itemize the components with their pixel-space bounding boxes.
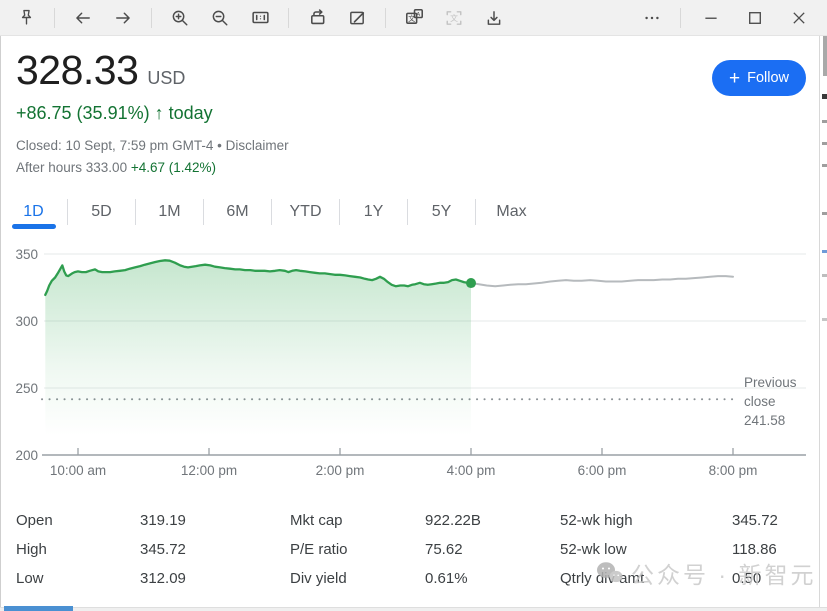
- stat-pe-ratio: P/E ratio75.62: [290, 535, 540, 564]
- minimize-icon[interactable]: [689, 0, 733, 36]
- tab-max[interactable]: Max: [476, 194, 547, 230]
- stat-52wk-high: 52-wk high345.72: [560, 506, 810, 535]
- tab-5d[interactable]: 5D: [68, 194, 135, 230]
- zoom-out-icon[interactable]: [200, 0, 240, 36]
- svg-text:8:00 pm: 8:00 pm: [709, 463, 758, 478]
- tab-5y[interactable]: 5Y: [408, 194, 475, 230]
- maximize-icon[interactable]: [733, 0, 777, 36]
- disclaimer-link[interactable]: Disclaimer: [226, 138, 289, 153]
- tab-1d[interactable]: 1D: [0, 194, 67, 230]
- back-icon[interactable]: [63, 0, 103, 36]
- previous-close-label: Previous close 241.58: [744, 373, 797, 430]
- toolbar-divider: [288, 8, 289, 28]
- svg-text:12:00 pm: 12:00 pm: [181, 463, 237, 478]
- stat-qtrly-div: Qtrly div amt0.50: [560, 564, 810, 593]
- stat-52wk-low: 52-wk low118.86: [560, 535, 810, 564]
- follow-button[interactable]: + Follow: [712, 60, 806, 96]
- rotate-icon[interactable]: [297, 0, 337, 36]
- tab-ytd[interactable]: YTD: [272, 194, 339, 230]
- toolbar-divider: [54, 8, 55, 28]
- right-edge-sliver: [819, 36, 827, 611]
- svg-text:A: A: [416, 12, 420, 18]
- svg-text:300: 300: [15, 314, 38, 329]
- stat-high: High345.72: [16, 535, 266, 564]
- vertical-scrollbar-thumb[interactable]: [823, 36, 827, 76]
- app-window: A文 文 328.33 USD +86.75 (35.91%) ↑ today: [0, 0, 827, 611]
- more-icon[interactable]: [632, 0, 672, 36]
- currency-label: USD: [147, 68, 185, 89]
- translate-icon[interactable]: A文: [394, 0, 434, 36]
- stat-div-yield: Div yield0.61%: [290, 564, 540, 593]
- stat-low: Low312.09: [16, 564, 266, 593]
- plus-icon: +: [729, 69, 740, 88]
- forward-icon[interactable]: [103, 0, 143, 36]
- toolbar-divider: [151, 8, 152, 28]
- toolbar-divider: [680, 8, 681, 28]
- svg-text:4:00 pm: 4:00 pm: [447, 463, 496, 478]
- svg-text:350: 350: [15, 247, 38, 262]
- tab-6m[interactable]: 6M: [204, 194, 271, 230]
- up-arrow-icon: ↑: [155, 103, 164, 123]
- extract-text-icon[interactable]: 文: [434, 0, 474, 36]
- svg-text:250: 250: [15, 381, 38, 396]
- tab-1y[interactable]: 1Y: [340, 194, 407, 230]
- actual-size-icon[interactable]: [240, 0, 280, 36]
- download-icon[interactable]: [474, 0, 514, 36]
- svg-text:文: 文: [408, 14, 415, 23]
- price-change: +86.75 (35.91%) ↑ today: [16, 103, 213, 124]
- edit-icon[interactable]: [337, 0, 377, 36]
- stat-mkt-cap: Mkt cap922.22B: [290, 506, 540, 535]
- close-icon[interactable]: [777, 0, 821, 36]
- after-hours-change: +4.67 (1.42%): [131, 160, 216, 175]
- stock-price: 328.33: [16, 48, 138, 92]
- svg-text:文: 文: [450, 12, 458, 22]
- svg-text:2:00 pm: 2:00 pm: [316, 463, 365, 478]
- range-tabs: 1D 5D 1M 6M YTD 1Y 5Y Max: [0, 194, 547, 230]
- stat-open: Open319.19: [16, 506, 266, 535]
- toolbar-divider: [385, 8, 386, 28]
- svg-text:10:00 am: 10:00 am: [50, 463, 106, 478]
- market-status: Closed: 10 Sept, 7:59 pm GMT-4 • Disclai…: [16, 138, 289, 153]
- svg-text:200: 200: [15, 448, 38, 463]
- svg-text:6:00 pm: 6:00 pm: [578, 463, 627, 478]
- horizontal-scrollbar-thumb[interactable]: [4, 606, 73, 611]
- toolbar: A文 文: [0, 0, 827, 36]
- price-chart[interactable]: 350 300 250 200 10:00 am 12:00 pm 2:00 pm 4:00 …: [0, 240, 827, 495]
- after-hours-line: After hours 333.00 +4.67 (1.42%): [16, 160, 216, 175]
- zoom-in-icon[interactable]: [160, 0, 200, 36]
- tab-1m[interactable]: 1M: [136, 194, 203, 230]
- pin-icon[interactable]: [6, 0, 46, 36]
- horizontal-scrollbar-track[interactable]: [0, 607, 827, 611]
